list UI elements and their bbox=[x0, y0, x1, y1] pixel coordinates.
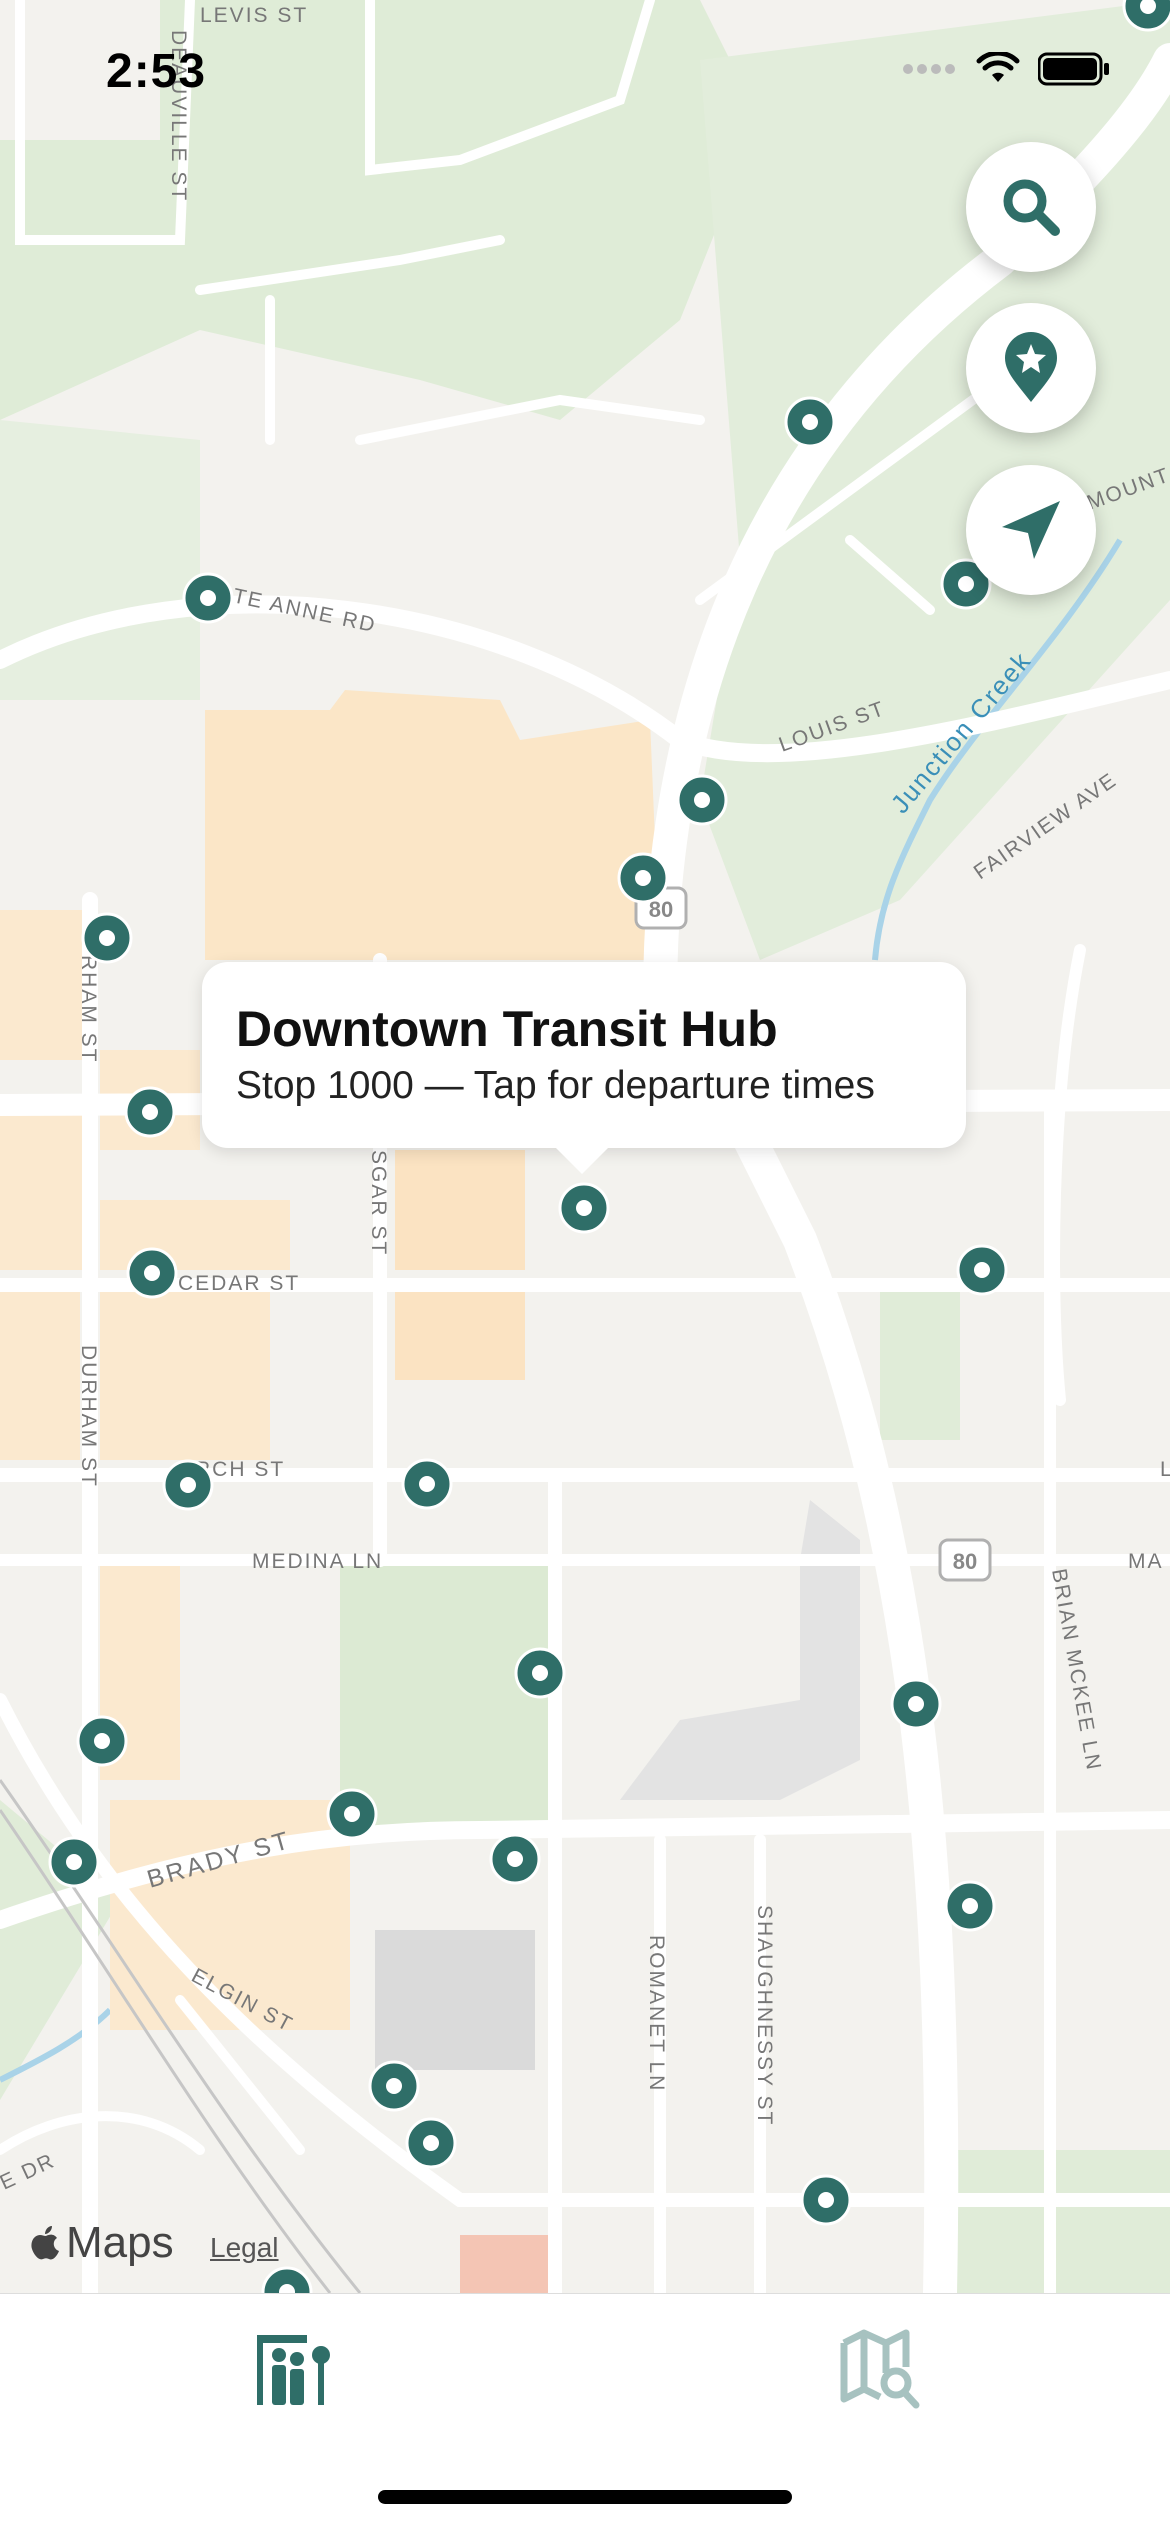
label-elgar: SGAR ST bbox=[367, 1150, 390, 1256]
label-durham-top: RHAM ST bbox=[77, 955, 100, 1064]
transit-stop-marker[interactable] bbox=[890, 1678, 942, 1730]
label-cedar: CEDAR ST bbox=[178, 1272, 300, 1295]
label-sainte-anne: TE ANNE RD bbox=[231, 584, 379, 637]
transit-stop-marker[interactable] bbox=[368, 2060, 420, 2112]
legal-link[interactable]: Legal bbox=[210, 2232, 279, 2264]
maps-brand-label: Maps bbox=[66, 2218, 174, 2267]
stop-callout[interactable]: Downtown Transit Hub Stop 1000 — Tap for… bbox=[202, 962, 966, 1174]
cellular-signal-icon bbox=[903, 64, 955, 74]
label-l: L bbox=[1160, 1458, 1170, 1481]
location-arrow-icon bbox=[1002, 501, 1060, 559]
transit-stop-marker[interactable] bbox=[326, 1788, 378, 1840]
locate-button[interactable] bbox=[966, 465, 1096, 595]
transit-stop-marker[interactable] bbox=[76, 1715, 128, 1767]
transit-stop-marker[interactable] bbox=[956, 1244, 1008, 1296]
label-romanet: ROMANET LN bbox=[645, 1935, 668, 2092]
transit-stop-marker[interactable] bbox=[182, 572, 234, 624]
transit-stop-marker[interactable] bbox=[261, 2266, 313, 2293]
bus-stop-icon bbox=[257, 2335, 330, 2405]
hwy80-shield-2: 80 bbox=[938, 1538, 992, 1582]
tab-stops[interactable] bbox=[253, 2329, 333, 2409]
tab-map-search[interactable] bbox=[840, 2329, 920, 2409]
favorites-button[interactable] bbox=[966, 303, 1096, 433]
transit-stop-marker[interactable] bbox=[124, 1086, 176, 1138]
transit-stop-marker[interactable] bbox=[558, 1182, 610, 1234]
transit-stop-marker[interactable] bbox=[514, 1647, 566, 1699]
transit-stop-marker[interactable] bbox=[489, 1833, 541, 1885]
transit-stop-marker[interactable] bbox=[405, 2117, 457, 2169]
search-button[interactable] bbox=[966, 142, 1096, 272]
label-e-dr: E DR bbox=[0, 2149, 59, 2194]
apple-logo-icon bbox=[31, 2226, 59, 2260]
maps-attribution: Maps bbox=[30, 2218, 174, 2268]
label-medina: MEDINA LN bbox=[252, 1550, 383, 1573]
label-durham: DURHAM ST bbox=[77, 1345, 100, 1488]
status-icons bbox=[902, 52, 1110, 86]
label-shaughnessy: SHAUGHNESSY ST bbox=[753, 1905, 776, 2126]
transit-stop-marker[interactable] bbox=[48, 1836, 100, 1888]
transit-stop-marker[interactable] bbox=[800, 2174, 852, 2226]
star-pin-icon bbox=[1005, 332, 1057, 402]
transit-stop-marker[interactable] bbox=[944, 1880, 996, 1932]
map-search-icon bbox=[840, 2329, 920, 2409]
callout-subtitle: Stop 1000 — Tap for departure times bbox=[236, 1064, 875, 1107]
transit-stop-marker[interactable] bbox=[126, 1247, 178, 1299]
transit-stop-marker[interactable] bbox=[676, 774, 728, 826]
home-indicator bbox=[378, 2490, 792, 2504]
hwy80-label-2: 80 bbox=[953, 1549, 977, 1574]
wifi-icon bbox=[976, 52, 1020, 82]
search-icon bbox=[1003, 179, 1060, 236]
transit-stop-marker[interactable] bbox=[81, 912, 133, 964]
callout-title: Downtown Transit Hub bbox=[236, 1001, 778, 1057]
transit-stop-marker[interactable] bbox=[784, 396, 836, 448]
status-bar: 2:53 bbox=[0, 0, 1170, 140]
label-ma: MA bbox=[1128, 1550, 1164, 1573]
battery-icon bbox=[1038, 52, 1109, 86]
status-time: 2:53 bbox=[106, 45, 207, 98]
transit-stop-marker[interactable] bbox=[162, 1459, 214, 1511]
transit-stop-marker[interactable] bbox=[617, 852, 669, 904]
transit-stop-marker[interactable] bbox=[401, 1458, 453, 1510]
